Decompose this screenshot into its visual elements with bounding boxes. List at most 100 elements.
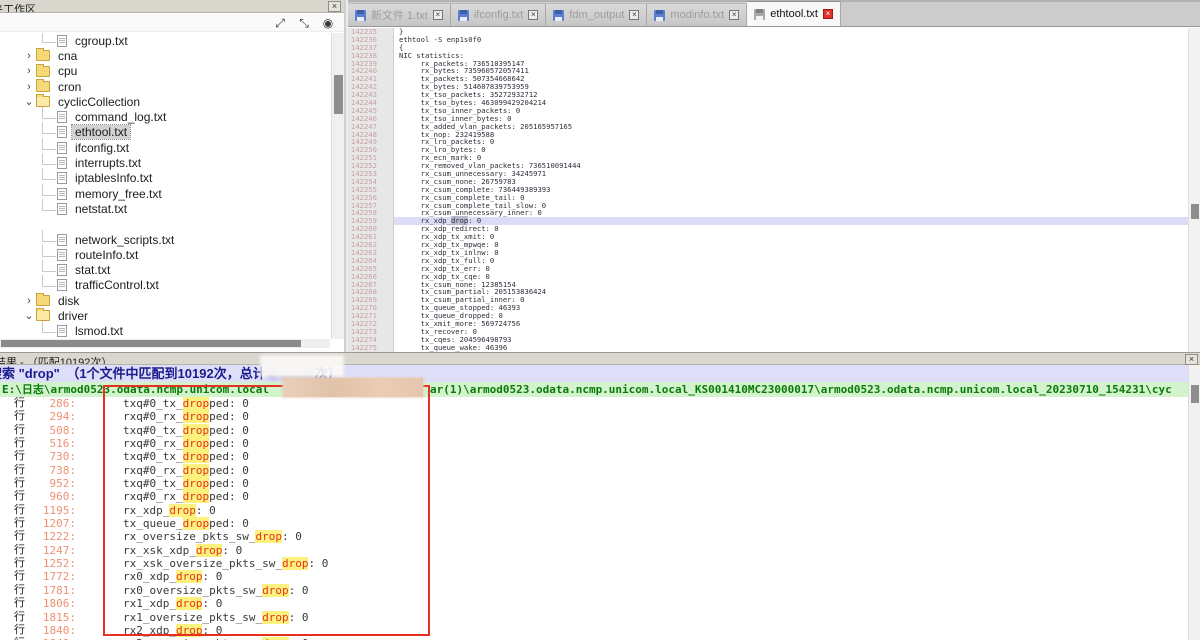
- line-text: rx_xdp_drop: 0: [394, 217, 1188, 225]
- folder-icon: [36, 81, 50, 92]
- result-line-number: 1247: [32, 544, 76, 557]
- line-text: {: [394, 44, 1188, 52]
- tab-ethtool-txt[interactable]: ethtool.txt ×: [747, 1, 841, 26]
- tree-item-label: cpu: [55, 64, 80, 78]
- close-icon[interactable]: ×: [433, 10, 443, 20]
- editor-vertical-scrollbar[interactable]: [1188, 28, 1200, 352]
- redaction-blur: [283, 378, 423, 397]
- result-line-number: 516: [32, 437, 76, 450]
- annotation-rectangle: [103, 385, 430, 636]
- save-icon: [355, 10, 366, 21]
- expand-all-icon[interactable]: ⤢: [272, 16, 288, 30]
- tree-item-label: ifconfig.txt: [72, 141, 132, 155]
- close-icon[interactable]: ×: [629, 10, 639, 20]
- result-line-number: 952: [32, 477, 76, 490]
- file-icon: [57, 188, 67, 200]
- tree-item-label: disk: [55, 294, 82, 308]
- file-icon: [57, 249, 67, 261]
- close-icon[interactable]: ×: [328, 1, 341, 12]
- result-line-number: 730: [32, 450, 76, 463]
- line-text: rx_xdp_tx_inlnw: 0: [394, 249, 1188, 257]
- tree-item-trafficcontrol-txt[interactable]: trafficControl.txt: [0, 278, 330, 293]
- result-row-label: 行: [14, 464, 25, 477]
- line-text: rx_xdp_tx_err: 0: [394, 265, 1188, 273]
- result-line-number: 1222: [32, 530, 76, 543]
- close-icon[interactable]: ×: [823, 9, 833, 19]
- tree-item-lsmod-txt[interactable]: lsmod.txt: [0, 324, 330, 339]
- tab-modinfo-txt[interactable]: modinfo.txt×: [647, 3, 747, 26]
- result-row-label: 行: [14, 544, 25, 557]
- result-row-label: 行: [14, 490, 25, 503]
- folder-icon: [36, 66, 50, 77]
- close-icon[interactable]: ×: [528, 10, 538, 20]
- file-icon: [57, 111, 67, 123]
- collapse-all-icon[interactable]: ⤡: [296, 16, 312, 30]
- save-icon: [654, 10, 665, 21]
- editor-line: 142237{: [348, 44, 1188, 52]
- locate-file-icon[interactable]: ◉: [320, 16, 336, 30]
- results-vertical-scrollbar[interactable]: [1188, 365, 1200, 640]
- folder-icon: [36, 295, 50, 306]
- line-text: }: [394, 28, 1188, 36]
- chevron-down-icon[interactable]: ⌄: [22, 310, 36, 322]
- tree-connector: [42, 107, 56, 119]
- scrollbar-thumb[interactable]: [1191, 204, 1199, 219]
- chevron-right-icon[interactable]: ›: [22, 81, 36, 93]
- tree-item-cron[interactable]: ›cron: [0, 79, 330, 94]
- result-row-label: 行: [14, 424, 25, 437]
- workspace-panel: 文件夹工作区 × ⤢ ⤡ ◉ cgroup.txt›cna› cpu›cron ⌄ c…: [0, 0, 346, 352]
- tree-item-label: ethtool.txt: [72, 125, 130, 139]
- tree-item-cpu[interactable]: › cpu: [0, 64, 330, 79]
- line-number: 142275: [348, 344, 394, 352]
- result-line-number: 508: [32, 424, 76, 437]
- code-area[interactable]: 142235}142236ethtool -S enp1s0f0142237{1…: [348, 28, 1188, 352]
- tree-item-netstat-txt[interactable]: netstat.txt: [0, 201, 330, 216]
- tree-connector: [42, 230, 56, 242]
- search-results-panel: 结果 - （匹配10192次） × 搜索 "drop" （1个文件中匹配到101…: [0, 352, 1200, 640]
- tree-item-label: lsmod.txt: [72, 324, 126, 338]
- tree-connector: [42, 275, 56, 287]
- results-title-bar: 结果 - （匹配10192次）: [0, 353, 1200, 365]
- line-text: tx_nop: 232419588: [394, 131, 1188, 139]
- chevron-right-icon[interactable]: ›: [22, 50, 36, 62]
- result-row-label: 行: [14, 611, 25, 624]
- result-row-label: 行: [14, 397, 25, 410]
- chevron-right-icon[interactable]: ›: [22, 295, 36, 307]
- tab-ifconfig-txt[interactable]: ifconfig.txt×: [451, 3, 547, 26]
- editor-line: 142236ethtool -S enp1s0f0: [348, 36, 1188, 44]
- tab--1-txt[interactable]: 新文件 1.txt×: [348, 3, 451, 26]
- search-summary-line[interactable]: 搜索 "drop" （1个文件中匹配到10192次，总计有10192次）: [0, 365, 1188, 382]
- result-line-number: 960: [32, 490, 76, 503]
- tab-label: ethtool.txt: [770, 8, 818, 20]
- line-text: tx_tso_inner_packets: 0: [394, 107, 1188, 115]
- close-icon[interactable]: ×: [1185, 354, 1198, 365]
- line-text: tx_cqes: 204596498793: [394, 336, 1188, 344]
- scrollbar-thumb[interactable]: [334, 75, 343, 114]
- result-line-number: 738: [32, 464, 76, 477]
- line-text: rx_xdp_tx_full: 0: [394, 257, 1188, 265]
- tab-fdm-output[interactable]: fdm_output×: [546, 3, 647, 26]
- result-row-label: 行: [14, 530, 25, 543]
- close-icon[interactable]: ×: [729, 10, 739, 20]
- tree-item-cna[interactable]: ›cna: [0, 48, 330, 63]
- tree-vertical-scrollbar[interactable]: [331, 33, 344, 339]
- tab-bar: 新文件 1.txt×ifconfig.txt×fdm_output×modinf…: [348, 0, 1200, 27]
- save-icon: [754, 9, 765, 20]
- tree-connector: [42, 321, 56, 333]
- result-line-number: 1781: [32, 584, 76, 597]
- tree-item-disk[interactable]: › disk: [0, 293, 330, 308]
- file-icon: [57, 157, 67, 169]
- workspace-title: 文件夹工作区: [0, 4, 36, 13]
- chevron-down-icon[interactable]: ⌄: [22, 96, 36, 108]
- line-text: ethtool -S enp1s0f0: [394, 36, 1188, 44]
- scrollbar-thumb[interactable]: [1, 340, 301, 347]
- save-icon: [458, 10, 469, 21]
- line-text: rx_csum_unnecessary_inner: 0: [394, 209, 1188, 217]
- line-text: rx_xdp_tx_xmit: 0: [394, 233, 1188, 241]
- tree-horizontal-scrollbar[interactable]: [0, 339, 330, 348]
- scrollbar-thumb[interactable]: [1191, 385, 1199, 403]
- result-row-label: 行: [14, 570, 25, 583]
- chevron-right-icon[interactable]: ›: [22, 65, 36, 77]
- line-text: rx_xdp_redirect: 0: [394, 225, 1188, 233]
- tree-item-cgroup-txt[interactable]: cgroup.txt: [0, 33, 330, 48]
